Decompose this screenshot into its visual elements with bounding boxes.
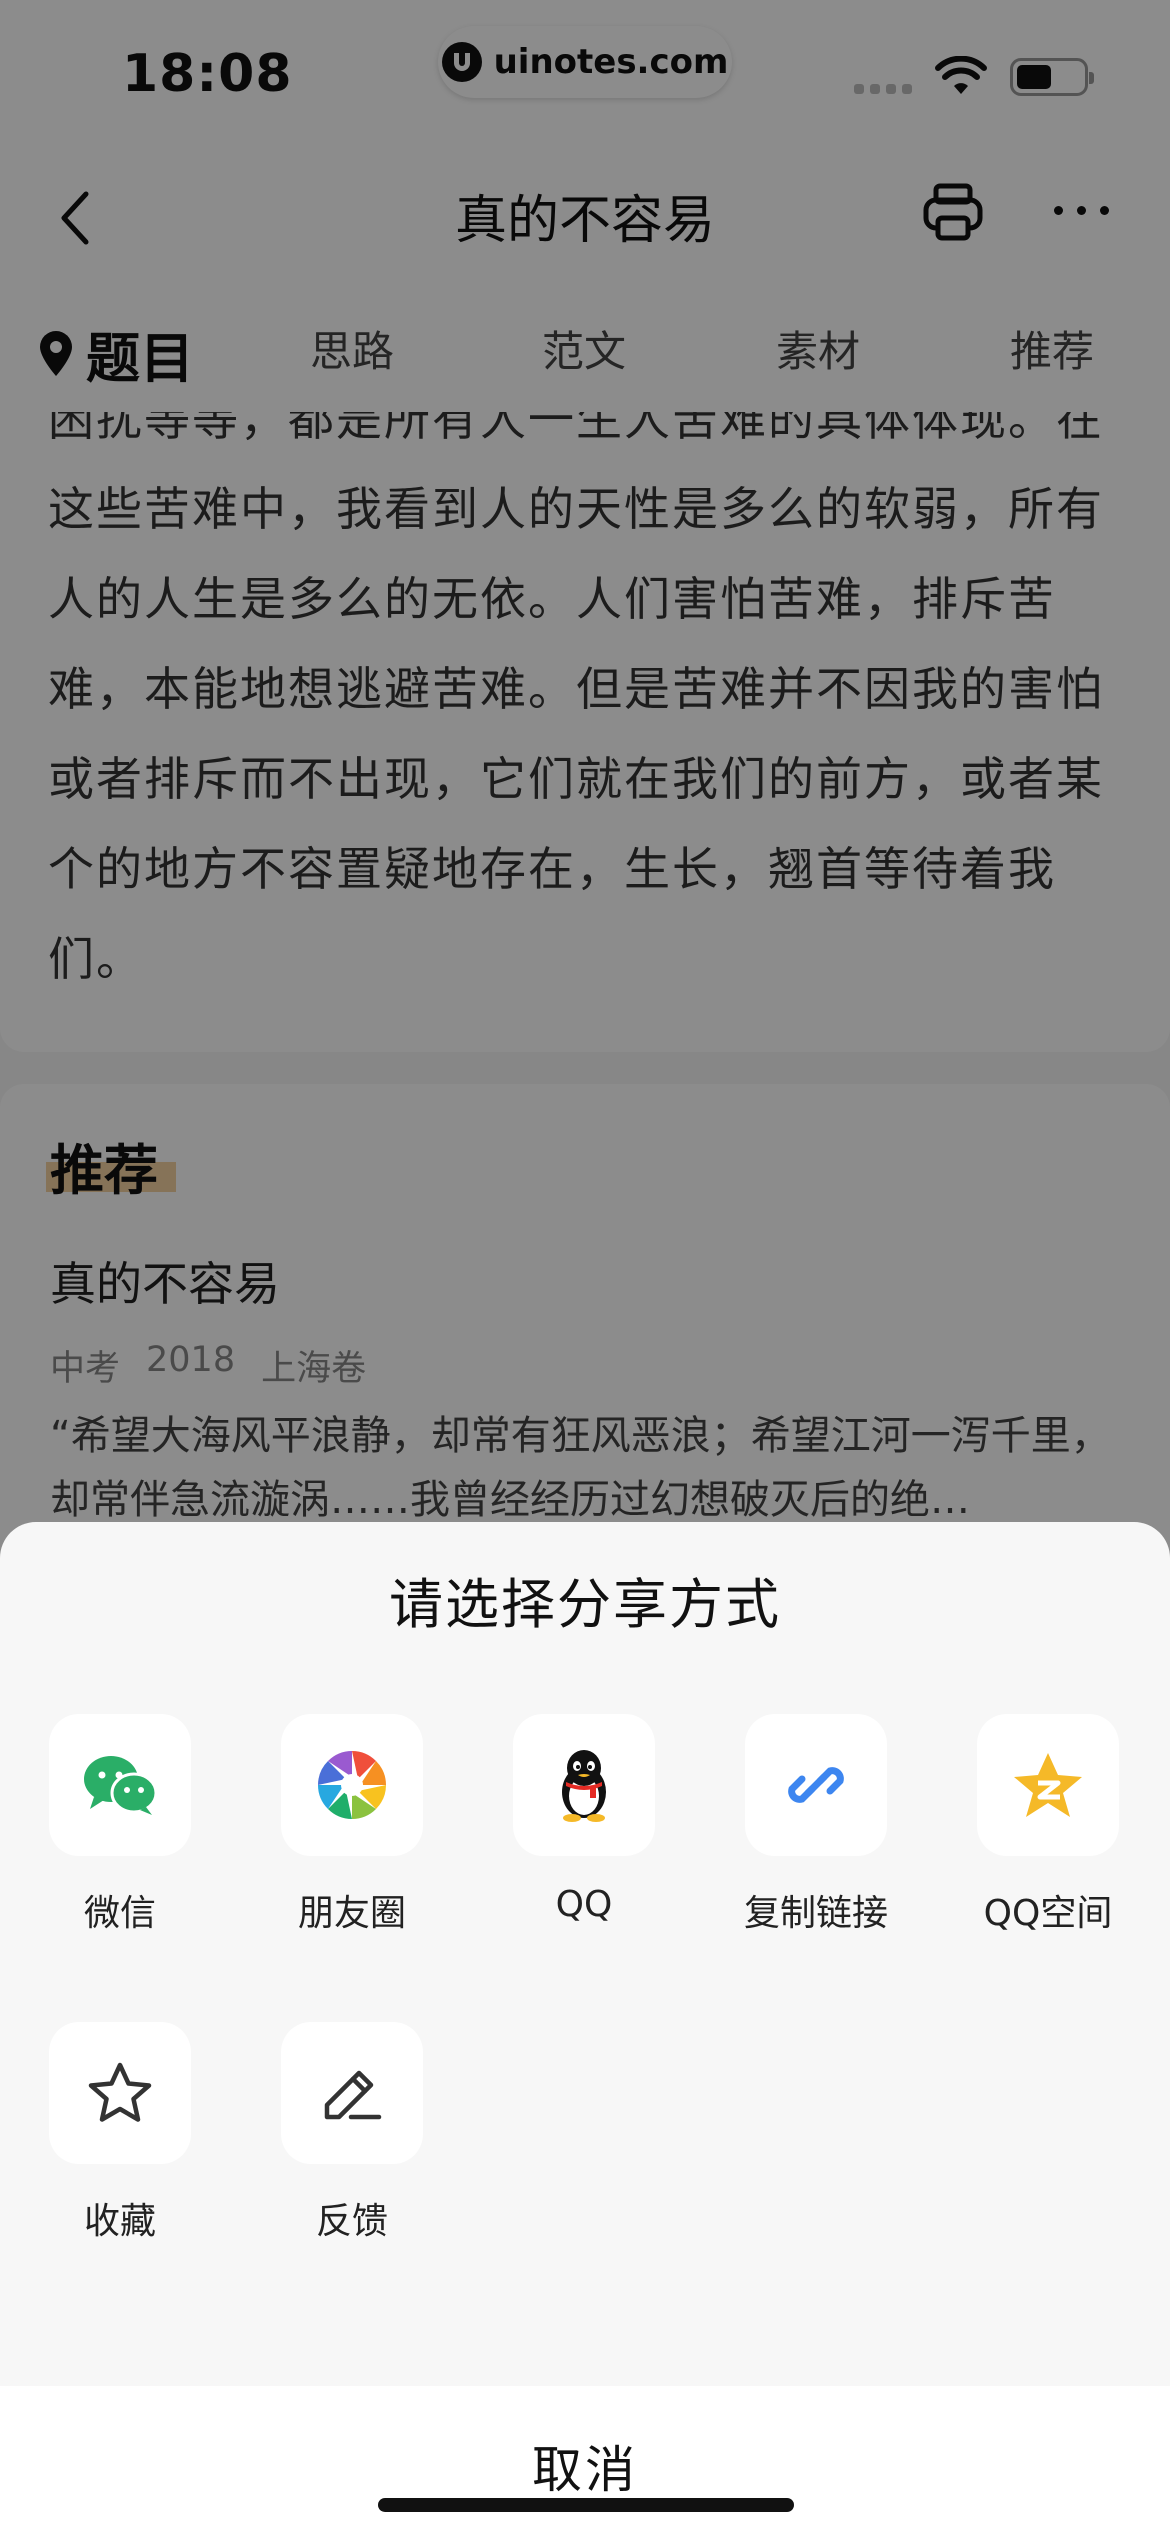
star-icon [88, 2062, 152, 2122]
link-icon [788, 1767, 844, 1803]
share-sheet-title: 请选择分享方式 [389, 1573, 781, 1636]
share-tile [281, 1714, 423, 1856]
home-indicator [378, 2498, 794, 2512]
moments-icon [318, 1751, 386, 1819]
share-label: 朋友圈 [297, 1893, 406, 1934]
share-qzone-button[interactable]: QQ空间 [958, 1714, 1138, 1936]
share-feedback-button[interactable]: 反馈 [262, 2022, 442, 2244]
share-tile [49, 2022, 191, 2164]
share-label: QQ [555, 1884, 613, 1925]
edit-icon [324, 2070, 382, 2120]
share-label: QQ空间 [983, 1893, 1113, 1934]
share-tile [281, 2022, 423, 2164]
share-tile [513, 1714, 655, 1856]
share-tile [745, 1714, 887, 1856]
share-favorite-button[interactable]: 收藏 [30, 2022, 210, 2244]
share-tile [49, 1714, 191, 1856]
share-label: 复制链接 [743, 1893, 888, 1934]
share-label: 反馈 [315, 2201, 388, 2242]
share-tile [977, 1714, 1119, 1856]
share-sheet: 请选择分享方式 微信 朋友圈 QQ 复制链接 QQ空间 收藏 反馈 取消 [0, 1522, 1170, 2532]
cancel-area: 取消 [0, 2386, 1170, 2532]
qq-icon [562, 1750, 606, 1822]
share-moments-button[interactable]: 朋友圈 [262, 1714, 442, 1936]
qzone-icon [1014, 1753, 1082, 1817]
wechat-icon [84, 1756, 158, 1815]
share-label: 收藏 [83, 2201, 156, 2242]
share-copy-link-button[interactable]: 复制链接 [726, 1714, 906, 1936]
share-qq-button[interactable]: QQ [494, 1714, 674, 1925]
share-wechat-button[interactable]: 微信 [30, 1714, 210, 1936]
cancel-button[interactable]: 取消 [0, 2430, 1170, 2502]
share-label: 微信 [83, 1893, 156, 1934]
